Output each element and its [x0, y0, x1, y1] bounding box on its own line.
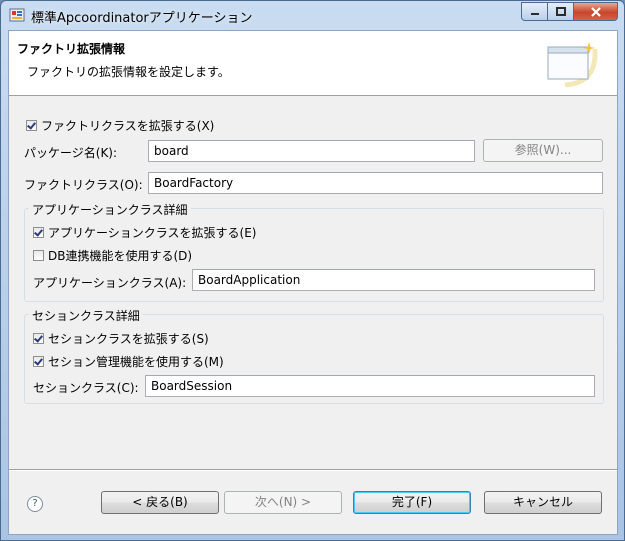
application-class-label: アプリケーションクラス(A): — [33, 276, 187, 290]
extend-application-check-box[interactable] — [33, 227, 44, 238]
page-description: ファクトリの拡張情報を設定します。 — [27, 65, 230, 79]
wizard-header: ファクトリ拡張情報 ファクトリの拡張情報を設定します。 — [9, 31, 617, 96]
minimize-icon — [530, 12, 539, 15]
extend-session-check-box[interactable] — [33, 333, 44, 344]
session-class-label: セションクラス(C): — [33, 381, 139, 395]
session-management-label: セション管理機能を使用する(M) — [48, 355, 224, 369]
wizard-window: 標準Apcoordinatorアプリケーション ファクトリ拡張情報 ファクトリの… — [0, 0, 625, 541]
cancel-button[interactable]: キャンセル — [484, 491, 602, 514]
extend-application-label: アプリケーションクラスを拡張する(E) — [48, 226, 257, 240]
extend-application-checkbox[interactable]: アプリケーションクラスを拡張する(E) — [33, 224, 256, 241]
factory-class-label: ファクトリクラス(O): — [24, 178, 143, 192]
extend-factory-checkbox[interactable]: ファクトリクラスを拡張する(X) — [26, 117, 214, 134]
db-linkage-checkbox[interactable]: DB連携機能を使用する(D) — [33, 247, 192, 264]
application-class-input[interactable]: BoardApplication — [192, 269, 595, 291]
footer-separator — [9, 469, 617, 471]
finish-button[interactable]: 完了(F) — [353, 491, 471, 514]
application-group-title: アプリケーションクラス詳細 — [29, 201, 191, 218]
next-button[interactable]: 次へ(N) > — [224, 491, 342, 514]
session-class-input[interactable]: BoardSession — [145, 375, 595, 397]
maximize-button[interactable] — [548, 2, 574, 21]
extend-factory-label: ファクトリクラスを拡張する(X) — [41, 119, 215, 133]
window-title: 標準Apcoordinatorアプリケーション — [31, 11, 253, 26]
minimize-button[interactable] — [521, 2, 548, 21]
title-bar[interactable]: 標準Apcoordinatorアプリケーション — [1, 1, 624, 29]
session-group-title: セションクラス詳細 — [29, 307, 143, 324]
browse-button[interactable]: 参照(W)... — [483, 139, 603, 162]
extend-session-label: セションクラスを拡張する(S) — [48, 332, 209, 346]
db-linkage-check-box[interactable] — [33, 250, 44, 261]
back-button[interactable]: < 戻る(B) — [101, 491, 219, 514]
extend-factory-check-box[interactable] — [26, 120, 37, 131]
wizard-banner-icon — [547, 42, 598, 87]
package-input[interactable]: board — [148, 140, 475, 162]
factory-class-input[interactable]: BoardFactory — [148, 172, 603, 194]
package-label: パッケージ名(K): — [24, 146, 118, 160]
app-icon — [9, 8, 25, 22]
close-icon — [590, 6, 601, 17]
dialog-client: ファクトリ拡張情報 ファクトリの拡張情報を設定します。 ファクトリクラスを拡張す… — [8, 30, 618, 535]
help-icon[interactable]: ? — [27, 496, 43, 512]
extend-session-checkbox[interactable]: セションクラスを拡張する(S) — [33, 330, 209, 347]
page-title: ファクトリ拡張情報 — [17, 42, 126, 56]
maximize-icon — [555, 6, 566, 16]
session-management-checkbox[interactable]: セション管理機能を使用する(M) — [33, 353, 224, 370]
db-linkage-label: DB連携機能を使用する(D) — [48, 249, 193, 263]
close-button[interactable] — [574, 2, 618, 21]
session-management-check-box[interactable] — [33, 356, 44, 367]
